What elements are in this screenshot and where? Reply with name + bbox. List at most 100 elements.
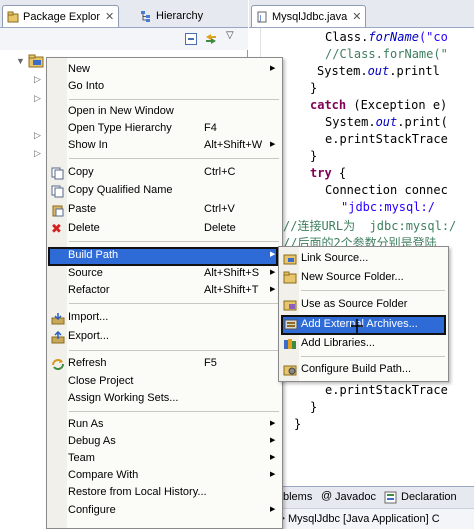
menu-item-configure-build-path[interactable]: Configure Build Path... xyxy=(279,361,448,379)
new-source-folder-icon xyxy=(283,271,297,284)
menu-item-delete[interactable]: ✖ Delete Delete xyxy=(47,221,282,238)
add-external-archives-icon xyxy=(284,319,298,330)
menu-separator xyxy=(301,290,445,291)
submenu-arrow-icon: ▶ xyxy=(270,471,276,478)
build-path-submenu: Link Source... New Source Folder... Use … xyxy=(278,246,449,382)
menu-item-use-as-source-folder[interactable]: Use as Source Folder xyxy=(279,296,448,314)
menu-item-run-as[interactable]: Run As ▶ xyxy=(47,417,282,434)
svg-text:J: J xyxy=(259,14,262,22)
menu-item-close-project[interactable]: Close Project xyxy=(47,374,282,391)
code-line[interactable]: Class.forName("co xyxy=(325,30,448,44)
collapse-all-icon[interactable] xyxy=(184,32,198,46)
refresh-icon xyxy=(52,359,64,370)
submenu-arrow-icon: ▶ xyxy=(270,251,276,258)
code-line[interactable]: e.printStackTrace xyxy=(325,132,448,146)
code-line[interactable]: "jdbc:mysql:/ xyxy=(341,200,435,214)
tab-problems[interactable]: blems xyxy=(283,491,312,503)
hierarchy-icon xyxy=(141,11,150,22)
tab-hierarchy[interactable]: Hierarchy xyxy=(136,5,207,27)
tab-mysqljdbc-java[interactable]: J MysqlJdbc.java ✕ xyxy=(251,5,367,27)
menu-item-copy[interactable]: Copy Ctrl+C xyxy=(47,165,282,182)
configure-build-path-icon xyxy=(283,365,297,376)
javadoc-icon: @ xyxy=(321,490,333,502)
menu-item-source[interactable]: Source Alt+Shift+S ▶ xyxy=(47,266,282,283)
menu-separator xyxy=(69,99,279,100)
java-file-icon: J xyxy=(257,11,267,22)
submenu-arrow-icon: ▶ xyxy=(270,506,276,513)
tree-expander-icon[interactable]: ▷ xyxy=(34,130,41,141)
tab-declaration[interactable]: Declaration xyxy=(401,491,457,503)
view-menu-icon[interactable]: ▽ xyxy=(226,30,240,44)
submenu-arrow-icon: ▶ xyxy=(270,420,276,427)
left-tab-bar: Package Explor ✕ Hierarchy xyxy=(0,0,248,28)
delete-icon: ✖ xyxy=(51,221,62,236)
menu-separator xyxy=(69,303,279,304)
code-line[interactable]: //Class.forName(" xyxy=(325,47,448,61)
menu-item-new[interactable]: New ▶ xyxy=(47,62,282,79)
menu-separator xyxy=(69,411,279,412)
code-line[interactable]: } xyxy=(310,400,317,414)
menu-item-build-path[interactable]: Build Path ▶ xyxy=(48,247,278,266)
tree-expander-icon[interactable]: ▼ xyxy=(16,56,25,66)
tree-expander-icon[interactable]: ▷ xyxy=(34,148,41,159)
paste-icon xyxy=(52,205,64,217)
menu-item-new-source-folder[interactable]: New Source Folder... xyxy=(279,269,448,287)
menu-item-open-in-new-window[interactable]: Open in New Window xyxy=(47,104,282,121)
menu-item-configure[interactable]: Configure ▶ xyxy=(47,503,282,520)
submenu-arrow-icon: ▶ xyxy=(270,269,276,276)
menu-item-paste[interactable]: Paste Ctrl+V xyxy=(47,202,282,219)
menu-item-refactor[interactable]: Refactor Alt+Shift+T ▶ xyxy=(47,283,282,300)
tree-expander-icon[interactable]: ▷ xyxy=(34,74,41,85)
menu-item-copy-qualified-name[interactable]: Copy Qualified Name xyxy=(47,183,282,200)
menu-item-link-source[interactable]: Link Source... xyxy=(279,250,448,268)
code-line[interactable]: } xyxy=(310,149,317,163)
menu-item-show-in[interactable]: Show In Alt+Shift+W ▶ xyxy=(47,138,282,155)
menu-item-refresh[interactable]: Refresh F5 xyxy=(47,356,282,373)
tab-javadoc[interactable]: Javadoc xyxy=(335,491,376,503)
menu-separator xyxy=(69,158,279,159)
use-source-folder-icon xyxy=(283,300,297,311)
menu-separator xyxy=(69,350,279,351)
menu-item-open-type-hierarchy[interactable]: Open Type Hierarchy F4 xyxy=(47,121,282,138)
mouse-cursor-icon xyxy=(351,319,363,333)
code-line[interactable]: //连接URL为 jdbc:mysql:/ xyxy=(283,217,456,234)
code-line[interactable]: try { xyxy=(310,166,346,180)
menu-item-compare-with[interactable]: Compare With ▶ xyxy=(47,468,282,485)
code-line[interactable]: System.out.print( xyxy=(325,115,448,129)
copy-icon xyxy=(51,167,64,180)
menu-separator xyxy=(301,356,445,357)
tab-package-explorer-label: Package Explor xyxy=(23,10,101,23)
submenu-arrow-icon: ▶ xyxy=(270,65,276,72)
tab-hierarchy-label: Hierarchy xyxy=(156,10,204,22)
add-libraries-icon xyxy=(284,339,296,349)
link-with-editor-icon[interactable] xyxy=(204,32,218,46)
menu-item-add-libraries[interactable]: Add Libraries... xyxy=(279,335,448,353)
tab-package-explorer[interactable]: Package Explor ✕ xyxy=(2,5,120,27)
menu-item-team[interactable]: Team ▶ xyxy=(47,451,282,468)
menu-item-assign-working-sets[interactable]: Assign Working Sets... xyxy=(47,391,282,408)
code-line[interactable]: catch (Exception e) xyxy=(310,98,447,112)
code-line[interactable]: Connection connec xyxy=(325,183,448,197)
left-toolbar: ▽ xyxy=(0,28,248,50)
menu-item-export[interactable]: Export... xyxy=(47,329,282,346)
menu-item-go-into[interactable]: Go Into xyxy=(47,79,282,96)
close-icon[interactable]: ✕ xyxy=(352,10,361,23)
code-line[interactable]: } xyxy=(294,417,301,431)
close-icon[interactable]: ✕ xyxy=(105,10,114,23)
tree-expander-icon[interactable]: ▷ xyxy=(34,93,41,104)
code-line[interactable]: } xyxy=(310,81,317,95)
menu-item-debug-as[interactable]: Debug As ▶ xyxy=(47,434,282,451)
menu-item-import[interactable]: Import... xyxy=(47,310,282,327)
menu-item-restore-local-history[interactable]: Restore from Local History... xyxy=(47,485,282,502)
menu-separator xyxy=(69,241,279,242)
link-source-icon xyxy=(283,254,297,265)
package-explorer-icon xyxy=(7,11,19,22)
code-line[interactable]: System.out.printl xyxy=(317,64,440,78)
submenu-arrow-icon: ▶ xyxy=(270,141,276,148)
code-line[interactable]: e.printStackTrace xyxy=(325,383,448,397)
project-folder-icon xyxy=(28,54,44,68)
copy-qualified-icon xyxy=(51,185,64,198)
export-icon xyxy=(51,331,65,344)
submenu-arrow-icon: ▶ xyxy=(270,437,276,444)
declaration-icon xyxy=(384,491,397,504)
